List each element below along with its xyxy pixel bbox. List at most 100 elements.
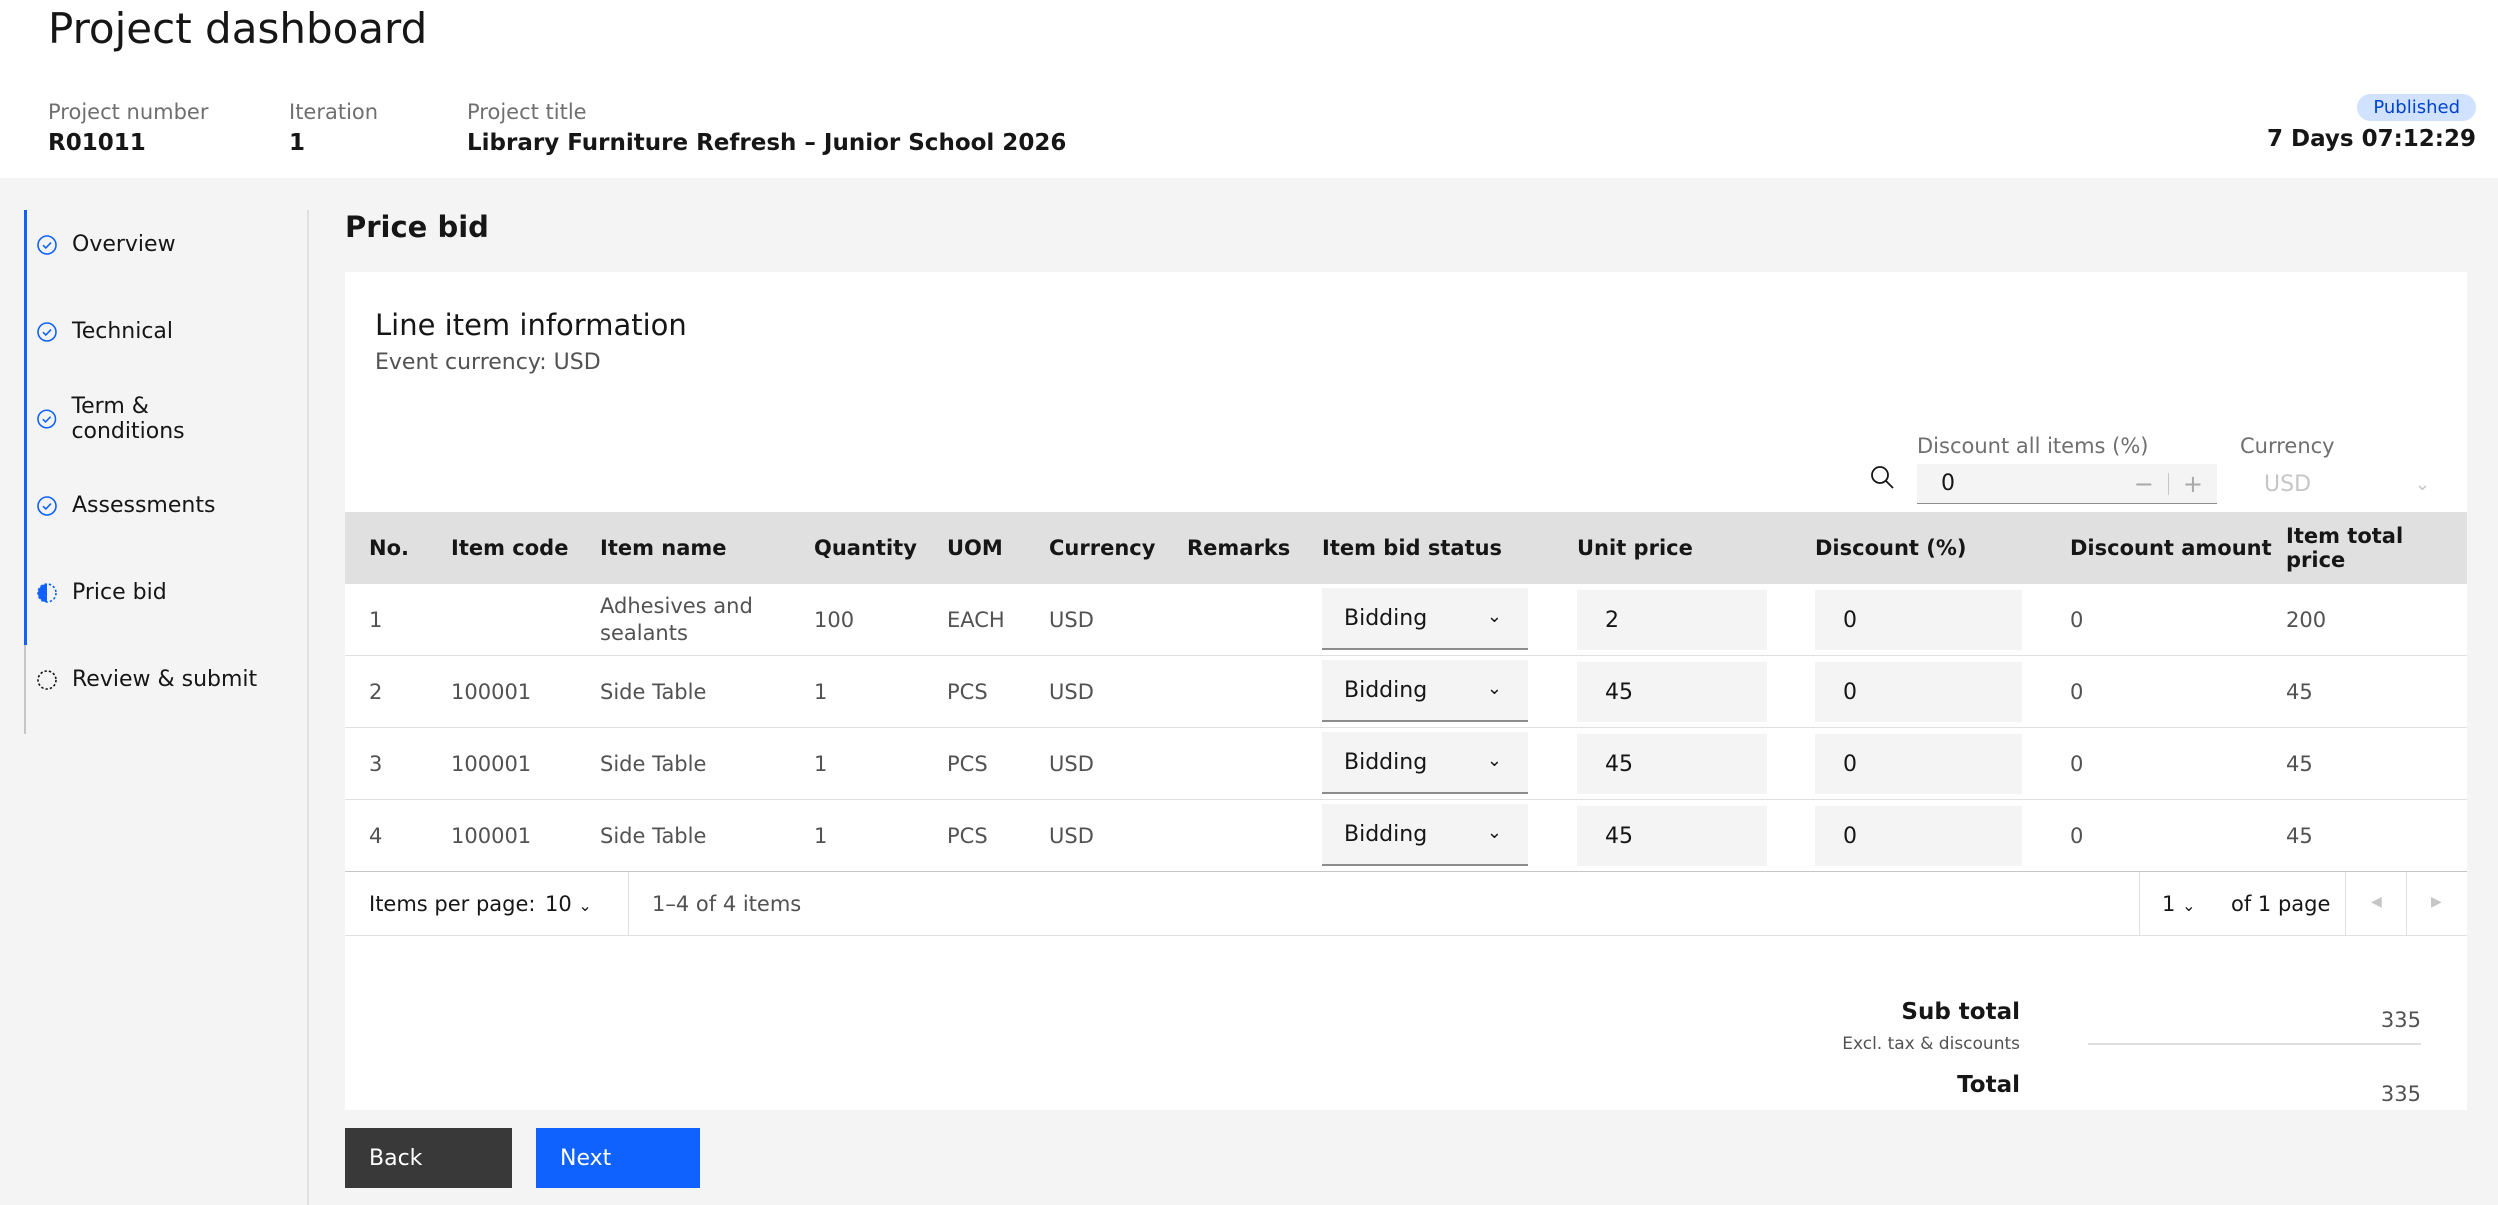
discount-pct-input[interactable]: 0	[1815, 662, 2022, 722]
half-circle-icon	[37, 582, 57, 603]
sidebar-item-technical[interactable]: Technical	[24, 297, 264, 384]
unit-price-input[interactable]: 45	[1577, 806, 1767, 866]
item-bid-status-select[interactable]: Bidding ⌄	[1322, 804, 1528, 866]
check-circle-icon	[37, 495, 57, 516]
check-circle-icon	[37, 321, 57, 342]
currency-label: Currency	[2240, 434, 2335, 458]
bid-status-value: Bidding	[1344, 821, 1428, 847]
pager-divider	[2345, 872, 2346, 936]
check-circle-icon	[37, 408, 57, 429]
unit-price-input[interactable]: 45	[1577, 662, 1767, 722]
subtotal-label: Sub total	[1901, 999, 2020, 1025]
table-row: 3 100001 Side Table 1 PCS USD Bidding ⌄ …	[345, 728, 2467, 800]
items-per-page-label: Items per page:	[369, 892, 536, 916]
status-badge: Published	[2357, 94, 2476, 121]
cell-item-name: Side Table	[600, 679, 707, 704]
discount-pct-input[interactable]: 0	[1815, 806, 2022, 866]
unit-price-input[interactable]: 2	[1577, 590, 1767, 650]
cell-no: 4	[369, 823, 383, 848]
progress-sidebar: Overview Technical Term & conditions Ass…	[24, 210, 264, 734]
pagination-bar: Items per page: 10 ⌄ 1–4 of 4 items 1 ⌄ …	[345, 872, 2467, 936]
total-value: 335	[2380, 1082, 2421, 1106]
item-bid-status-select[interactable]: Bidding ⌄	[1322, 732, 1528, 794]
discount-all-label: Discount all items (%)	[1917, 434, 2149, 458]
sidebar-item-label: Overview	[72, 232, 176, 257]
totals-divider	[2088, 1043, 2421, 1045]
subtotal-note: Excl. tax & discounts	[1842, 1034, 2020, 1054]
discount-pct-input[interactable]: 0	[1815, 590, 2022, 650]
bid-status-value: Bidding	[1344, 749, 1428, 775]
iteration-label: Iteration	[289, 100, 379, 124]
line-item-card: Line item information Event currency: US…	[345, 272, 2467, 1110]
cell-item-code: 100001	[451, 823, 532, 848]
currency-select[interactable]: USD ⌄	[2240, 464, 2450, 504]
next-page-button[interactable]: ▶	[2431, 894, 2442, 910]
discount-all-input[interactable]: 0 − +	[1917, 464, 2217, 504]
col-header-unit-price: Unit price	[1577, 536, 1693, 560]
pager-divider	[2406, 872, 2407, 936]
line-items-table: No. Item code Item name Quantity UOM Cur…	[345, 512, 2467, 872]
sidebar-item-review-submit[interactable]: Review & submit	[26, 645, 264, 732]
sidebar-item-label: Technical	[72, 319, 174, 344]
iteration-block: Iteration 1	[289, 100, 378, 156]
cell-quantity: 1	[814, 823, 828, 848]
sidebar-item-terms[interactable]: Term & conditions	[24, 384, 264, 471]
page-count-text: of 1 page	[2231, 892, 2331, 916]
items-per-page-select[interactable]: 10 ⌄	[545, 892, 592, 916]
cell-quantity: 1	[814, 751, 828, 776]
item-bid-status-select[interactable]: Bidding ⌄	[1322, 588, 1528, 650]
unit-price-input[interactable]: 45	[1577, 734, 1767, 794]
next-button[interactable]: Next	[536, 1128, 700, 1188]
discount-all-stepper: − +	[2120, 470, 2217, 498]
chevron-down-icon: ⌄	[1486, 822, 1502, 843]
cell-currency: USD	[1049, 751, 1094, 776]
cell-item-total: 200	[2286, 607, 2327, 632]
col-header-item-code: Item code	[451, 536, 569, 560]
page-select[interactable]: 1 ⌄	[2162, 892, 2195, 916]
col-header-discount-pct: Discount (%)	[1815, 536, 1967, 560]
check-circle-icon	[37, 234, 57, 255]
currency-select-value: USD	[2264, 471, 2312, 497]
project-number-label: Project number	[48, 100, 209, 124]
cell-discount-amount: 0	[2070, 607, 2084, 632]
back-button[interactable]: Back	[345, 1128, 512, 1188]
cell-item-name: Side Table	[600, 751, 707, 776]
cell-currency: USD	[1049, 607, 1094, 632]
increment-button[interactable]: +	[2169, 470, 2217, 498]
cell-item-name: Adhesives and sealants	[600, 594, 753, 645]
cell-discount-amount: 0	[2070, 823, 2084, 848]
project-number-value: R01011	[48, 130, 146, 156]
item-bid-status-select[interactable]: Bidding ⌄	[1322, 660, 1528, 722]
col-header-item-bid-status: Item bid status	[1322, 536, 1503, 560]
search-icon[interactable]	[1867, 462, 1899, 494]
previous-page-button[interactable]: ◀	[2371, 894, 2382, 910]
sidebar-item-label: Review & submit	[72, 667, 258, 692]
col-header-item-name: Item name	[600, 536, 727, 560]
table-row: 1 Adhesives and sealants 100 EACH USD Bi…	[345, 584, 2467, 656]
pager-divider	[2139, 872, 2140, 936]
col-header-no: No.	[369, 536, 409, 560]
sidebar-item-assessments[interactable]: Assessments	[24, 471, 264, 558]
dashed-circle-icon	[37, 669, 57, 690]
cell-no: 2	[369, 679, 383, 704]
sidebar-item-label: Term & conditions	[71, 393, 185, 444]
chevron-down-icon: ⌄	[1486, 750, 1502, 771]
cell-quantity: 100	[814, 607, 855, 632]
decrement-button[interactable]: −	[2120, 470, 2168, 498]
chevron-down-icon: ⌄	[2414, 473, 2430, 495]
cell-item-total: 45	[2286, 679, 2313, 704]
project-title-block: Project title Library Furniture Refresh …	[467, 100, 1066, 156]
project-number-block: Project number R01011	[48, 100, 208, 156]
chevron-down-icon: ⌄	[2182, 896, 2196, 915]
page-title: Project dashboard	[48, 4, 428, 53]
cell-item-code: 100001	[451, 679, 532, 704]
page-header: Project dashboard Project number R01011 …	[0, 0, 2498, 178]
col-header-item-total-price: Item total price	[2286, 524, 2404, 572]
items-per-page-value: 10	[545, 892, 572, 916]
event-currency-text: Event currency: USD	[375, 350, 601, 375]
discount-pct-input[interactable]: 0	[1815, 734, 2022, 794]
cell-quantity: 1	[814, 679, 828, 704]
sidebar-item-overview[interactable]: Overview	[24, 210, 264, 297]
sidebar-divider	[307, 210, 309, 1205]
sidebar-item-price-bid[interactable]: Price bid	[24, 558, 264, 645]
